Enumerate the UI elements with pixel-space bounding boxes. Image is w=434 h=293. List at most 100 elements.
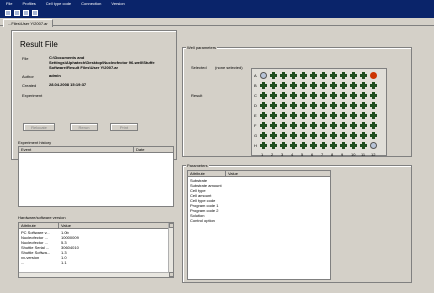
well-g4[interactable] xyxy=(290,132,297,139)
well-d3[interactable] xyxy=(280,102,287,109)
well-g3[interactable] xyxy=(280,132,287,139)
well-c11[interactable] xyxy=(360,92,367,99)
well-b10[interactable] xyxy=(350,82,357,89)
menu-connection[interactable]: Connection xyxy=(81,1,101,6)
well-h1[interactable] xyxy=(260,142,267,149)
well-a8[interactable] xyxy=(330,72,337,79)
parameters-list[interactable]: Attribute Value Substrate Substrate amou… xyxy=(187,170,331,280)
well-a9[interactable] xyxy=(340,72,347,79)
well-f6[interactable] xyxy=(310,122,317,129)
column-header-date[interactable]: Date xyxy=(134,147,174,153)
well-c4[interactable] xyxy=(290,92,297,99)
vertical-scrollbar[interactable] xyxy=(168,223,174,277)
well-a5[interactable] xyxy=(300,72,307,79)
well-f12[interactable] xyxy=(370,122,377,129)
well-h12[interactable] xyxy=(370,142,377,149)
window-icon[interactable] xyxy=(32,9,38,16)
well-f4[interactable] xyxy=(290,122,297,129)
well-b7[interactable] xyxy=(320,82,327,89)
well-g1[interactable] xyxy=(260,132,267,139)
well-e6[interactable] xyxy=(310,112,317,119)
well-d2[interactable] xyxy=(270,102,277,109)
well-a11[interactable] xyxy=(360,72,367,79)
well-d4[interactable] xyxy=(290,102,297,109)
well-d11[interactable] xyxy=(360,102,367,109)
well-b12[interactable] xyxy=(370,82,377,89)
well-d9[interactable] xyxy=(340,102,347,109)
well-e12[interactable] xyxy=(370,112,377,119)
well-b2[interactable] xyxy=(270,82,277,89)
well-g12[interactable] xyxy=(370,132,377,139)
well-c7[interactable] xyxy=(320,92,327,99)
well-h6[interactable] xyxy=(310,142,317,149)
well-g10[interactable] xyxy=(350,132,357,139)
well-b4[interactable] xyxy=(290,82,297,89)
well-d7[interactable] xyxy=(320,102,327,109)
well-g9[interactable] xyxy=(340,132,347,139)
well-d8[interactable] xyxy=(330,102,337,109)
well-c12[interactable] xyxy=(370,92,377,99)
well-e8[interactable] xyxy=(330,112,337,119)
menu-file[interactable]: File xyxy=(6,1,12,6)
well-c3[interactable] xyxy=(280,92,287,99)
well-h8[interactable] xyxy=(330,142,337,149)
well-g2[interactable] xyxy=(270,132,277,139)
well-plate-grid[interactable]: A B C D E F G H 1 2 3 4 5 6 7 8 9 10 11 12 xyxy=(251,68,387,157)
well-e7[interactable] xyxy=(320,112,327,119)
experiment-history-list[interactable]: Event Date xyxy=(18,146,174,207)
param-column-header-value[interactable]: Value xyxy=(226,171,331,177)
column-header-event[interactable]: Event xyxy=(19,147,134,153)
well-e3[interactable] xyxy=(280,112,287,119)
scroll-down-arrow[interactable] xyxy=(169,272,174,277)
well-e2[interactable] xyxy=(270,112,277,119)
well-d12[interactable] xyxy=(370,102,377,109)
well-h7[interactable] xyxy=(320,142,327,149)
well-f3[interactable] xyxy=(280,122,287,129)
well-a1[interactable] xyxy=(260,72,267,79)
new-icon[interactable] xyxy=(5,9,11,16)
save-icon[interactable] xyxy=(23,9,29,16)
well-f5[interactable] xyxy=(300,122,307,129)
well-e5[interactable] xyxy=(300,112,307,119)
relocate-button[interactable]: Relocate xyxy=(23,123,55,131)
well-h10[interactable] xyxy=(350,142,357,149)
well-f9[interactable] xyxy=(340,122,347,129)
menu-cell-type-code[interactable]: Cell type code xyxy=(46,1,71,6)
well-b3[interactable] xyxy=(280,82,287,89)
well-e1[interactable] xyxy=(260,112,267,119)
well-a12[interactable] xyxy=(370,72,377,79)
well-d6[interactable] xyxy=(310,102,317,109)
column-header-value[interactable]: Value xyxy=(59,223,169,229)
hardware-software-list[interactable]: Attribute Value PC Software v... 1.0b Nu… xyxy=(18,222,174,278)
well-a4[interactable] xyxy=(290,72,297,79)
well-c5[interactable] xyxy=(300,92,307,99)
well-g7[interactable] xyxy=(320,132,327,139)
menu-version[interactable]: Version xyxy=(111,1,124,6)
well-b5[interactable] xyxy=(300,82,307,89)
tab-result-file[interactable]: ...Files\User Y\2007.ar xyxy=(3,19,53,27)
well-b9[interactable] xyxy=(340,82,347,89)
print-button[interactable]: Print xyxy=(110,123,138,131)
well-h3[interactable] xyxy=(280,142,287,149)
well-f10[interactable] xyxy=(350,122,357,129)
well-c10[interactable] xyxy=(350,92,357,99)
well-h9[interactable] xyxy=(340,142,347,149)
well-h2[interactable] xyxy=(270,142,277,149)
well-f8[interactable] xyxy=(330,122,337,129)
well-b11[interactable] xyxy=(360,82,367,89)
well-d1[interactable] xyxy=(260,102,267,109)
well-g11[interactable] xyxy=(360,132,367,139)
well-b6[interactable] xyxy=(310,82,317,89)
column-header-attribute[interactable]: Attribute xyxy=(19,223,59,229)
well-g5[interactable] xyxy=(300,132,307,139)
well-h5[interactable] xyxy=(300,142,307,149)
well-f7[interactable] xyxy=(320,122,327,129)
well-e10[interactable] xyxy=(350,112,357,119)
horizontal-scrollbar[interactable] xyxy=(19,272,169,277)
well-c8[interactable] xyxy=(330,92,337,99)
scroll-up-arrow[interactable] xyxy=(169,223,174,228)
well-f1[interactable] xyxy=(260,122,267,129)
well-g6[interactable] xyxy=(310,132,317,139)
well-c6[interactable] xyxy=(310,92,317,99)
well-a3[interactable] xyxy=(280,72,287,79)
